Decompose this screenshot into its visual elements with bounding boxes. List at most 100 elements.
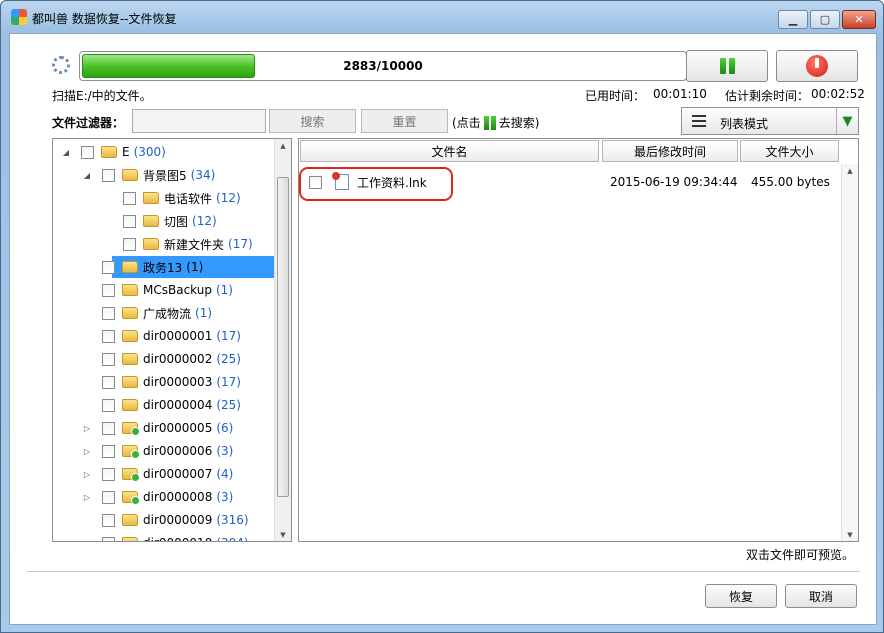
tree-checkbox[interactable] [102,421,115,435]
expander-icon[interactable]: ▷ [82,447,92,456]
tree-node[interactable]: 新建文件夹 (17) [103,233,253,255]
tree-node[interactable]: 切图 (12) [103,210,217,232]
tree-node[interactable]: ▷ dir0000005 (6) [82,417,233,439]
folder-tree[interactable]: ◢ E (300) ◢ 背景图5 (34) 电话软件 (12) 切图 (12) 新建文件夹 (17) 政… [52,138,292,542]
tree-node-count: (25) [216,352,241,366]
tree-checkbox[interactable] [102,444,115,458]
tree-checkbox[interactable] [123,191,136,205]
window-title: 都叫兽 数据恢复--文件恢复 [32,12,177,26]
tree-node[interactable]: dir0000010 (304) [82,532,249,541]
remaining-time-label: 估计剩余时间： [725,89,810,103]
tree-node[interactable]: dir0000009 (316) [82,509,249,531]
cancel-button[interactable]: 取消 [785,584,857,608]
scroll-up-icon[interactable]: ▲ [842,167,858,175]
tree-node[interactable]: 电话软件 (12) [103,187,241,209]
stop-button[interactable] [776,50,858,82]
tree-node-label: dir0000010 [143,536,212,541]
column-header-size[interactable]: 文件大小 [740,140,839,162]
expander-icon[interactable]: ◢ [61,148,71,157]
recover-button[interactable]: 恢复 [705,584,777,608]
search-hint-prefix: (点击 [452,116,481,130]
folder-icon [122,284,138,296]
minimize-button[interactable]: ▁ [778,10,808,29]
maximize-button[interactable]: ▢ [810,10,840,29]
tree-checkbox[interactable] [102,536,115,541]
tree-checkbox[interactable] [102,513,115,527]
tree-node[interactable]: 政务13 (1) [82,256,275,278]
tree-checkbox[interactable] [123,237,136,251]
minimize-icon: ▁ [788,13,798,26]
tree-node-label: E [122,145,130,159]
spinner-icon [52,56,70,74]
folder-icon [122,353,138,365]
tree-node-count: (34) [190,168,216,182]
scroll-up-icon[interactable]: ▲ [275,142,291,150]
tree-node[interactable]: dir0000002 (25) [82,348,241,370]
view-mode-label: 列表模式 [720,117,769,131]
folder-icon [122,330,138,342]
file-list-scrollbar[interactable]: ▲ ▼ [841,164,858,541]
tree-node-label: 新建文件夹 [164,237,225,252]
tree-checkbox[interactable] [102,306,115,320]
file-row[interactable]: 工作资料.lnk [309,172,427,190]
tree-checkbox[interactable] [102,168,115,182]
dropdown-arrow-icon[interactable]: ▼ [836,108,858,134]
close-button[interactable]: ✕ [842,10,876,29]
tree-checkbox[interactable] [102,283,115,297]
scroll-down-icon[interactable]: ▼ [275,531,291,539]
column-header-name[interactable]: 文件名 [300,140,599,162]
tree-node-count: (1) [195,306,213,320]
column-header-modified[interactable]: 最后修改时间 [602,140,738,162]
file-filter-input[interactable] [132,109,266,133]
scroll-thumb[interactable] [277,177,289,497]
tree-node-label: 广成物流 [143,306,192,321]
tree-node[interactable]: 广成物流 (1) [82,302,212,324]
tree-node[interactable]: dir0000001 (17) [82,325,241,347]
folder-icon [122,307,138,319]
file-list[interactable]: 文件名 最后修改时间 文件大小 工作资料.lnk 2015-06-19 09:3… [298,138,859,542]
view-mode-select[interactable]: 列表模式 ▼ [681,107,859,135]
folder-icon [122,491,140,505]
tree-node-label: dir0000004 [143,398,213,412]
tree-scrollbar[interactable]: ▲ ▼ [274,139,291,541]
tree-node[interactable]: ◢ 背景图5 (34) [82,164,215,186]
tree-node[interactable]: MCsBackup (1) [82,279,233,301]
tree-node-count: (17) [216,329,241,343]
expander-icon[interactable]: ▷ [82,493,92,502]
close-icon: ✕ [854,13,864,26]
reset-button[interactable]: 重置 [361,109,448,133]
tree-checkbox[interactable] [102,375,115,389]
tree-checkbox[interactable] [102,329,115,343]
tree-node[interactable]: ▷ dir0000008 (3) [82,486,233,508]
scan-status-text: 扫描E:/中的文件。 [52,89,152,103]
tree-checkbox[interactable] [102,467,115,481]
tree-node[interactable]: dir0000004 (25) [82,394,241,416]
file-filter-label: 文件过滤器： [52,116,125,130]
tree-checkbox[interactable] [123,214,136,228]
tree-node-label: 切图 [164,214,189,229]
tree-checkbox[interactable] [81,145,94,159]
expander-icon[interactable]: ▷ [82,470,92,479]
tree-node-label: dir0000006 [143,444,213,458]
tree-node[interactable]: ▷ dir0000007 (4) [82,463,233,485]
search-button[interactable]: 搜索 [269,109,356,133]
tree-checkbox[interactable] [102,490,115,504]
file-checkbox[interactable] [309,175,322,189]
file-name: 工作资料.lnk [357,175,427,190]
expander-icon[interactable]: ◢ [82,171,92,180]
tree-node-label: dir0000002 [143,352,213,366]
tree-node[interactable]: ◢ E (300) [61,141,166,163]
scroll-down-icon[interactable]: ▼ [842,531,858,539]
folder-icon [122,261,138,273]
expander-icon[interactable]: ▷ [82,424,92,433]
title-bar[interactable]: 都叫兽 数据恢复--文件恢复 ▁ ▢ ✕ [1,1,883,33]
app-icon [11,9,27,25]
tree-node[interactable]: dir0000003 (17) [82,371,241,393]
tree-checkbox[interactable] [102,398,115,412]
tree-node-count: (300) [133,145,166,159]
tree-checkbox[interactable] [102,352,115,366]
pause-button[interactable] [686,50,768,82]
search-hint: (点击 去搜索) [452,114,539,131]
tree-node[interactable]: ▷ dir0000006 (3) [82,440,233,462]
tree-checkbox[interactable] [102,260,115,274]
